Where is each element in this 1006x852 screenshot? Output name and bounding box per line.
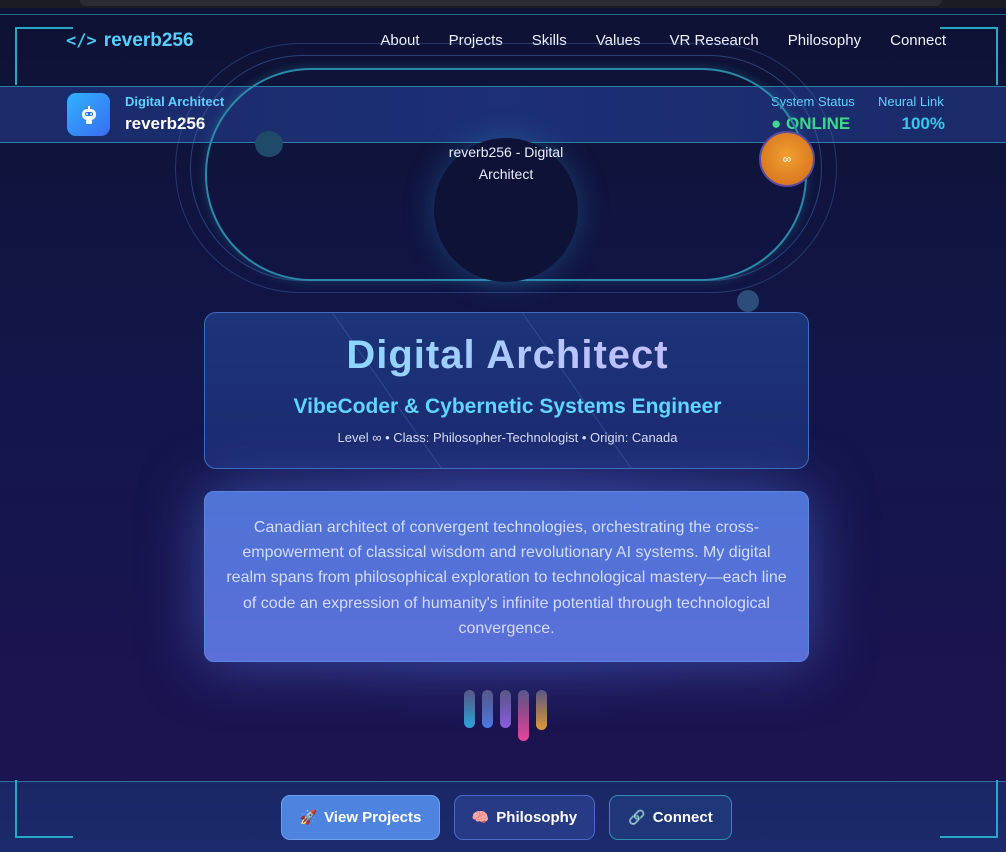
hero-title: Digital Architect [205,333,808,378]
browser-strip [0,0,1006,8]
action-bar: 🚀 View Projects 🧠 Philosophy 🔗 Connect [0,781,1006,852]
nav-link-connect[interactable]: Connect [890,32,946,49]
equalizer-bar [482,690,493,728]
connect-label: Connect [652,809,713,826]
philosophy-label: Philosophy [496,809,578,826]
view-projects-button[interactable]: 🚀 View Projects [281,795,440,840]
corner-bracket-bottom-left [15,780,73,838]
view-projects-label: View Projects [324,809,422,826]
robot-icon [81,105,96,124]
orbit-dot [255,131,283,157]
corner-bracket-bottom-right [940,780,998,838]
hero-meta: Level ∞ • Class: Philosopher-Technologis… [337,430,678,445]
logo-text: reverb256 [103,30,194,51]
page: </> reverb256 About Projects Skills Valu… [0,0,1006,852]
site-logo[interactable]: </> reverb256 [66,30,194,52]
connect-button[interactable]: 🔗 Connect [609,795,732,840]
rocket-icon: 🚀 [299,809,318,825]
hero-subtitle: VibeCoder & Cybernetic Systems Engineer [293,395,722,418]
orbit-dot [737,290,759,312]
description-card: Canadian architect of convergent technol… [204,491,809,662]
equalizer-bar [536,690,547,730]
code-icon: </> [66,31,97,51]
description-text: Canadian architect of convergent technol… [226,519,787,637]
profile-image-alt-text: reverb256 - Digital Architect [448,144,564,182]
equalizer-bar [464,690,475,728]
neural-link-label: Neural Link [878,94,944,109]
link-icon: 🔗 [628,809,646,825]
neural-link-value: 100% [901,114,945,133]
infinity-badge: ∞ [759,131,815,187]
philosophy-button[interactable]: 🧠 Philosophy [454,795,595,840]
avatar [67,93,110,136]
orbit-visual: reverb256 - Digital Architect ∞ [0,43,1006,313]
equalizer-bar [500,690,511,728]
nav-link-philosophy[interactable]: Philosophy [788,32,861,49]
equalizer-bar [518,690,529,741]
address-bar[interactable] [80,0,942,6]
brain-icon: 🧠 [471,809,490,825]
hero-card: Digital Architect VibeCoder & Cybernetic… [204,312,809,469]
equalizer [464,690,554,746]
